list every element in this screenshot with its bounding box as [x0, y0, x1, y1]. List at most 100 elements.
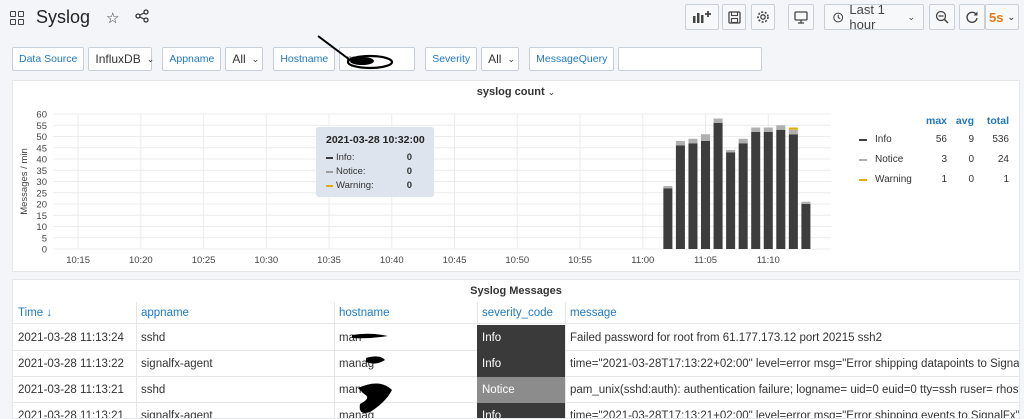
table-row[interactable]: 2021-03-28 11:13:21 sshd mana Notice pam_uni… [13, 377, 1019, 403]
x-tick-label: 11:10 [757, 255, 780, 266]
bar-info [788, 134, 798, 249]
time-range-label: Last 1 hour [849, 2, 885, 32]
cell-message: time="2021-03-28T17:13:21+02:00" level=e… [570, 410, 1020, 419]
dashboard-title-area: Syslog ☆ [10, 7, 150, 28]
variable-value-severity: All [488, 52, 502, 66]
x-tick-label: 10:45 [443, 255, 467, 266]
cell-appname: signalfx-agent [141, 410, 213, 419]
legend-header-avg[interactable]: avg [948, 115, 974, 127]
column-header-appname[interactable]: appname [136, 302, 334, 324]
legend-max: 1 [941, 174, 947, 185]
legend-series-name: Notice [875, 154, 904, 165]
tooltip-row: Notice: 0 [326, 166, 426, 178]
syslog-messages-panel: Syslog Messages Time ↓ appname hostname … [12, 279, 1020, 419]
column-header-time[interactable]: Time ↓ [13, 302, 136, 324]
variable-label-appname: Appname [162, 47, 222, 71]
y-tick-label: 0 [42, 245, 47, 256]
x-tick-label: 11:05 [694, 255, 717, 266]
tooltip-series-name: Warning: [336, 180, 374, 191]
bar-info [801, 204, 811, 249]
legend-header-max[interactable]: max [921, 115, 947, 127]
cell-time: 2021-03-28 11:13:22 [18, 358, 124, 370]
y-tick-label: 35 [36, 166, 47, 177]
legend-item-warning[interactable]: Warning 1 0 1 [843, 171, 1013, 187]
table-row[interactable]: 2021-03-28 11:13:21 signalfx-agent manag In… [13, 403, 1020, 419]
zoom-out-button[interactable] [929, 4, 955, 30]
y-tick-label: 40 [36, 155, 47, 166]
bar-info [726, 152, 736, 249]
y-axis-label: Messages / min [19, 148, 30, 215]
variable-label-messagequery: MessageQuery [529, 47, 615, 71]
legend-avg: 0 [968, 154, 974, 165]
legend-item-notice[interactable]: Notice 3 0 24 [843, 151, 1013, 167]
add-panel-button[interactable] [685, 4, 719, 30]
series-swatch [326, 157, 333, 159]
cell-message: time="2021-03-28T17:13:22+02:00" level=e… [570, 358, 1020, 370]
syslog-count-panel: syslog count ⌄ 0 5 10 15 20 25 30 35 40 45 50 55 60 1… [12, 80, 1020, 272]
panel-title-syslog-messages[interactable]: Syslog Messages [13, 280, 1019, 302]
x-tick-label: 11:00 [631, 255, 654, 266]
cell-severity-code: Notice [477, 377, 565, 403]
cell-appname: sshd [141, 332, 166, 344]
bar-notice [726, 150, 736, 153]
y-tick-label: 60 [36, 110, 47, 121]
dashboards-grid-icon[interactable] [10, 10, 24, 25]
legend-total: 1 [1003, 174, 1009, 185]
y-tick-label: 5 [42, 233, 47, 244]
column-header-severity-code[interactable]: severity_code [477, 302, 565, 324]
chevron-down-icon: ⌄ [1007, 11, 1015, 22]
x-tick-label: 10:55 [568, 255, 592, 266]
tooltip-series-value: 0 [406, 180, 412, 191]
y-tick-label: 25 [36, 188, 47, 199]
tooltip-series-name: Notice: [336, 166, 366, 177]
variable-value-appname: All [232, 52, 246, 66]
cell-severity-code: Info [477, 403, 565, 418]
column-header-message[interactable]: message [565, 302, 1019, 324]
refresh-interval-picker[interactable]: 5s ⌄ [985, 4, 1019, 30]
variable-select-severity[interactable]: All ⌄ [481, 47, 520, 71]
refresh-icon [966, 11, 978, 23]
legend-total: 24 [997, 154, 1009, 165]
bar-info [688, 143, 698, 249]
variable-input-messagequery[interactable] [618, 47, 763, 71]
tv-mode-button[interactable] [788, 4, 814, 30]
dashboard-title[interactable]: Syslog [36, 7, 90, 28]
series-swatch [859, 139, 867, 141]
share-icon[interactable] [135, 8, 150, 27]
star-icon[interactable]: ☆ [106, 9, 119, 27]
zoom-out-icon [935, 10, 949, 24]
x-tick-label: 10:50 [505, 255, 529, 266]
variable-select-appname[interactable]: All ⌄ [225, 47, 264, 71]
settings-button[interactable] [751, 4, 775, 30]
variable-select-datasource[interactable]: InfluxDB ⌄ [88, 47, 155, 71]
x-tick-label: 10:35 [317, 255, 341, 266]
x-tick-label: 10:25 [192, 255, 216, 266]
save-icon [727, 10, 741, 24]
refresh-button[interactable] [959, 4, 985, 30]
cell-severity-code: Info [477, 351, 565, 377]
time-picker-button[interactable]: Last 1 hour ⌄ [824, 2, 924, 32]
legend-header-total[interactable]: total [975, 115, 1009, 127]
cell-time: 2021-03-28 11:13:24 [18, 332, 124, 344]
refresh-interval-label: 5s [988, 9, 1004, 25]
variable-value-datasource: InfluxDB [95, 52, 141, 66]
gear-icon [757, 11, 769, 23]
column-header-hostname[interactable]: hostname [334, 302, 477, 324]
top-navbar: Syslog ☆ Last 1 hour ⌄ 5s ⌄ [0, 0, 1024, 36]
bar-notice [700, 134, 711, 141]
series-swatch [859, 179, 867, 181]
table-row[interactable]: 2021-03-28 11:13:22 signalfx-agent manag In… [13, 351, 1020, 377]
legend-avg: 0 [968, 174, 974, 185]
variable-label-datasource: Data Source [12, 47, 85, 71]
add-panel-icon [693, 11, 711, 23]
series-swatch [326, 171, 333, 173]
save-dashboard-button[interactable] [722, 4, 746, 30]
table-row[interactable]: 2021-03-28 11:13:24 sshd man Info Failed pas… [13, 325, 1019, 351]
chevron-down-icon: ⌄ [146, 53, 155, 64]
tooltip-row: Warning: 0 [326, 180, 426, 192]
legend-item-info[interactable]: Info 56 9 536 [843, 131, 1013, 147]
bar-notice [751, 127, 761, 132]
x-tick-label: 10:30 [254, 255, 278, 266]
cell-time: 2021-03-28 11:13:21 [18, 384, 124, 396]
legend-series-name: Info [875, 134, 892, 145]
